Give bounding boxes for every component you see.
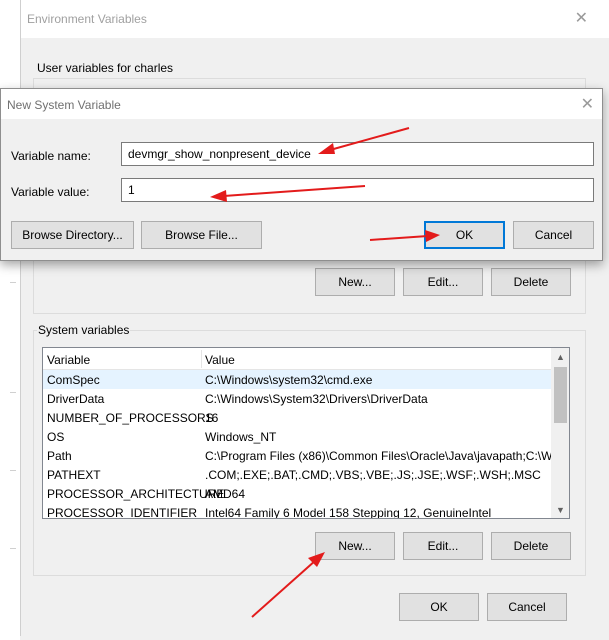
list-header: Variable Value xyxy=(43,348,556,370)
close-icon[interactable]: ✕ xyxy=(581,94,594,114)
edge-tick xyxy=(10,282,16,283)
variable-value-cell: 16 xyxy=(205,411,219,425)
user-delete-button[interactable]: Delete xyxy=(491,268,571,296)
variable-name-input[interactable]: devmgr_show_nonpresent_device xyxy=(121,142,594,166)
env-cancel-button[interactable]: Cancel xyxy=(487,593,567,621)
column-separator[interactable] xyxy=(201,350,202,368)
variable-name-cell: PATHEXT xyxy=(47,468,101,482)
variable-name-cell: OS xyxy=(47,430,65,444)
variable-value-cell: Intel64 Family 6 Model 158 Stepping 12, … xyxy=(205,506,492,519)
close-icon[interactable]: ✕ xyxy=(575,8,588,28)
user-new-button[interactable]: New... xyxy=(315,268,395,296)
variable-name-cell: Path xyxy=(47,449,72,463)
env-window-title: Environment Variables xyxy=(27,12,147,26)
table-row[interactable]: ComSpec C:\Windows\system32\cmd.exe xyxy=(43,370,556,389)
chevron-up-icon[interactable]: ▲ xyxy=(552,348,569,365)
variable-value-cell: C:\Windows\System32\Drivers\DriverData xyxy=(205,392,428,406)
table-row[interactable]: PROCESSOR_IDENTIFIER Intel64 Family 6 Mo… xyxy=(43,503,556,519)
variable-value-label: Variable value: xyxy=(11,185,90,199)
system-variables-list[interactable]: Variable Value ComSpec C:\Windows\system… xyxy=(42,347,570,519)
table-row[interactable]: DriverData C:\Windows\System32\Drivers\D… xyxy=(43,389,556,408)
column-header-variable[interactable]: Variable xyxy=(47,353,90,367)
vertical-scrollbar[interactable]: ▲ ▼ xyxy=(551,348,569,518)
edge-tick xyxy=(10,470,16,471)
variable-value-cell: .COM;.EXE;.BAT;.CMD;.VBS;.VBE;.JS;.JSE;.… xyxy=(205,468,541,482)
edge-tick xyxy=(10,392,16,393)
table-row[interactable]: PATHEXT .COM;.EXE;.BAT;.CMD;.VBS;.VBE;.J… xyxy=(43,465,556,484)
user-variables-label: User variables for charles xyxy=(37,61,174,75)
variable-value-cell: C:\Program Files (x86)\Common Files\Orac… xyxy=(205,449,554,463)
variable-name-cell: ComSpec xyxy=(47,373,100,387)
env-ok-button[interactable]: OK xyxy=(399,593,479,621)
variable-value-cell: C:\Windows\system32\cmd.exe xyxy=(205,373,373,387)
variable-value-input[interactable]: 1 xyxy=(121,178,594,202)
variable-name-cell: NUMBER_OF_PROCESSORS xyxy=(47,411,214,425)
new-system-variable-dialog: New System Variable ✕ Variable name: dev… xyxy=(0,88,603,261)
dialog-cancel-button[interactable]: Cancel xyxy=(513,221,594,249)
system-new-button[interactable]: New... xyxy=(315,532,395,560)
variable-value-cell: Windows_NT xyxy=(205,430,277,444)
dialog-title-bar: New System Variable ✕ xyxy=(1,89,602,119)
system-delete-button[interactable]: Delete xyxy=(491,532,571,560)
column-header-value[interactable]: Value xyxy=(205,353,235,367)
dialog-ok-button[interactable]: OK xyxy=(424,221,505,249)
edge-tick xyxy=(10,548,16,549)
variable-name-label: Variable name: xyxy=(11,149,91,163)
user-edit-button[interactable]: Edit... xyxy=(403,268,483,296)
table-row[interactable]: NUMBER_OF_PROCESSORS 16 xyxy=(43,408,556,427)
table-row[interactable]: Path C:\Program Files (x86)\Common Files… xyxy=(43,446,556,465)
variable-name-cell: DriverData xyxy=(47,392,105,406)
variable-value-cell: AMD64 xyxy=(205,487,246,501)
dialog-title: New System Variable xyxy=(7,98,121,112)
table-row[interactable]: PROCESSOR_ARCHITECTURE AMD64 xyxy=(43,484,556,503)
system-edit-button[interactable]: Edit... xyxy=(403,532,483,560)
browse-file-button[interactable]: Browse File... xyxy=(141,221,262,249)
system-variables-label: System variables xyxy=(37,323,131,337)
env-title-bar: Environment Variables ✕ xyxy=(21,0,609,38)
table-row[interactable]: OS Windows_NT xyxy=(43,427,556,446)
variable-name-cell: PROCESSOR_ARCHITECTURE xyxy=(47,487,225,501)
scrollbar-thumb[interactable] xyxy=(554,367,567,423)
chevron-down-icon[interactable]: ▼ xyxy=(552,501,569,518)
browse-directory-button[interactable]: Browse Directory... xyxy=(11,221,134,249)
variable-name-cell: PROCESSOR_IDENTIFIER xyxy=(47,506,198,519)
